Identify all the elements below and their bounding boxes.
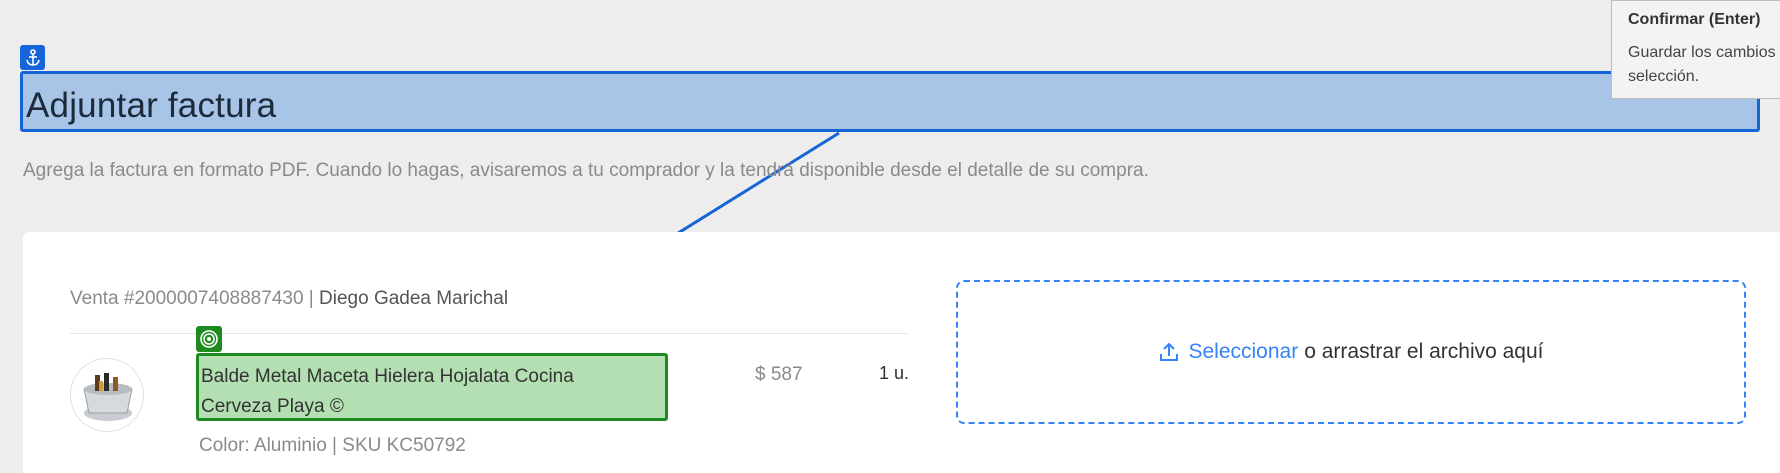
product-name-line1: Balde Metal Maceta Hielera Hojalata Coci…: [201, 366, 574, 387]
page-title: Adjuntar factura: [26, 86, 277, 125]
product-name-line2: Cerveza Playa ©: [201, 396, 344, 417]
sale-info: Venta #2000007408887430 | Diego Gadea Ma…: [70, 288, 508, 310]
select-file-link[interactable]: Seleccionar: [1188, 340, 1298, 364]
sale-number: Venta #2000007408887430: [70, 288, 304, 309]
page-description: Agrega la factura en formato PDF. Cuando…: [23, 160, 1149, 181]
upload-icon: [1158, 341, 1180, 363]
page-title-highlight: Adjuntar factura: [20, 71, 1760, 132]
sale-separator: |: [303, 288, 320, 309]
confirm-tooltip: Confirmar (Enter) Guardar los cambios se…: [1611, 0, 1780, 99]
buyer-name: Diego Gadea Marichal: [319, 288, 509, 309]
anchor-icon: [20, 45, 45, 70]
product-quantity: 1 u.: [879, 363, 910, 383]
dropzone-hint: o arrastrar el archivo aquí: [1304, 340, 1544, 363]
product-title-highlight[interactable]: Balde Metal Maceta Hielera Hojalata Coci…: [196, 353, 668, 421]
file-dropzone[interactable]: Seleccionar o arrastrar el archivo aquí: [956, 280, 1746, 424]
product-variant: Color: Aluminio | SKU KC50792: [199, 435, 466, 456]
product-image: [70, 358, 144, 432]
target-icon: [196, 326, 222, 352]
tooltip-body: Guardar los cambios selección.: [1628, 44, 1776, 85]
product-price: $ 587: [755, 364, 803, 385]
tooltip-title: Confirmar (Enter): [1628, 11, 1761, 28]
